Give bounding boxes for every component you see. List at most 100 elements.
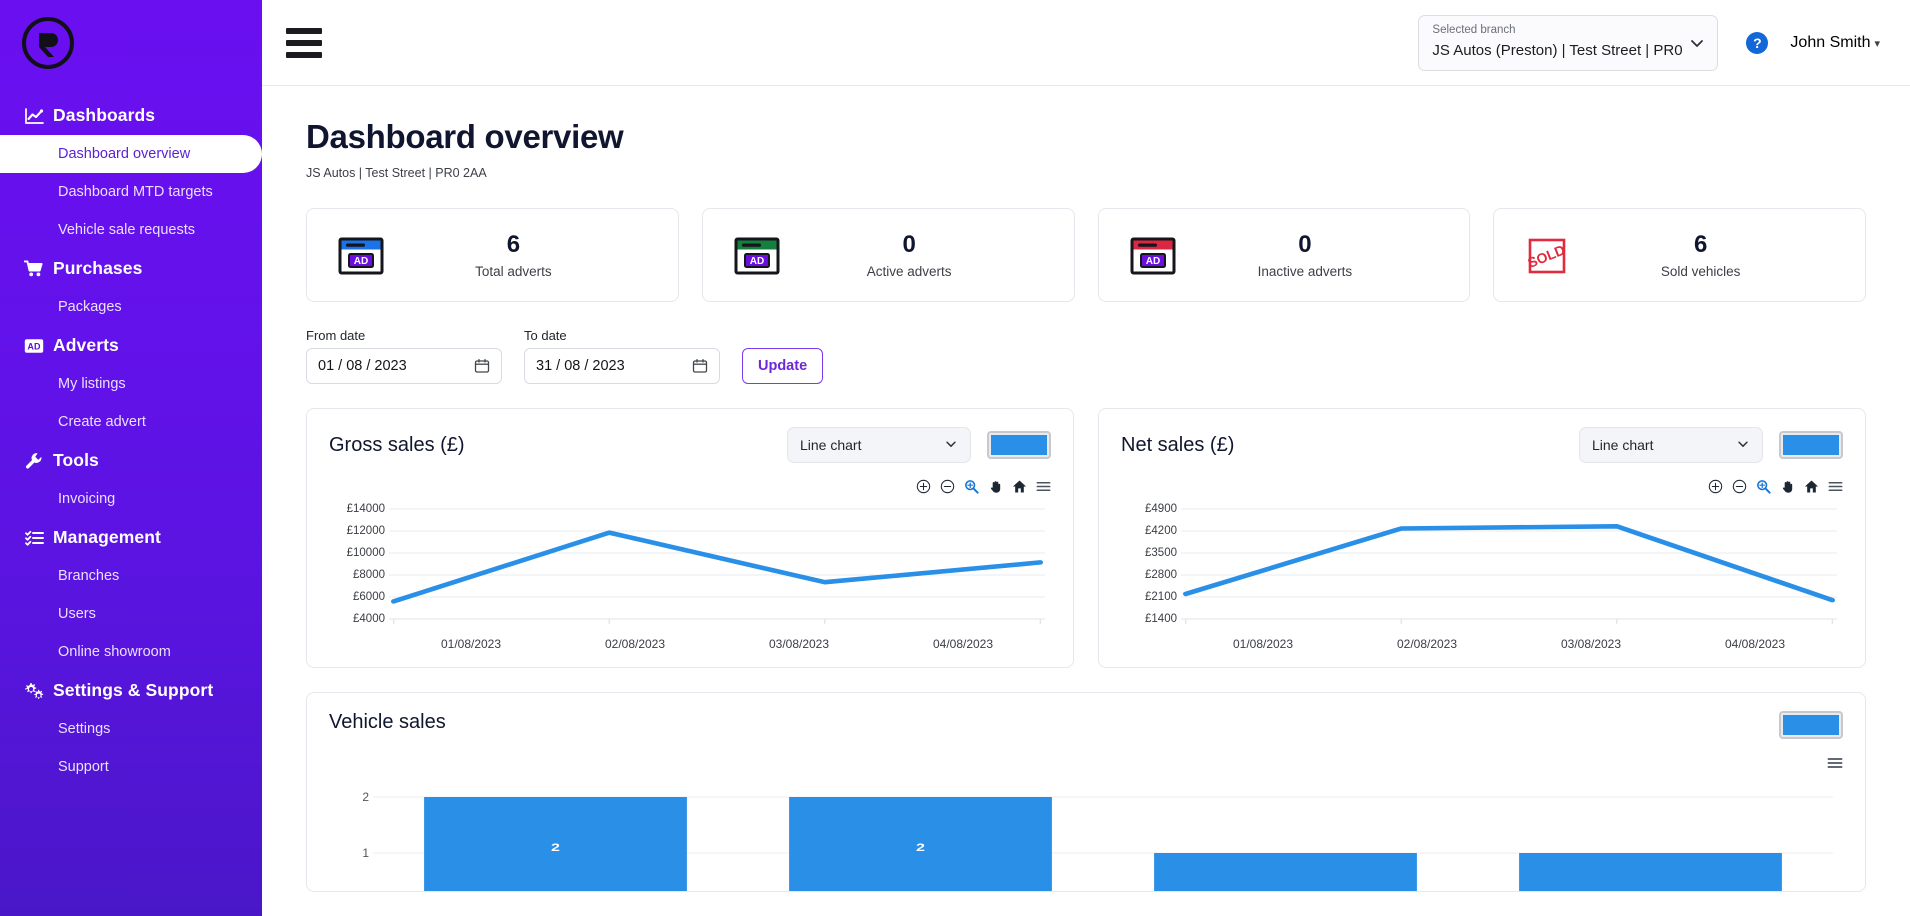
chevron-down-icon — [1689, 35, 1705, 51]
y-axis-tick: 1 — [362, 846, 369, 860]
sidebar-item-label: Invoicing — [58, 491, 115, 507]
user-menu[interactable]: John Smith▾ — [1790, 34, 1880, 52]
zoom-out-icon[interactable] — [940, 479, 955, 494]
stat-card-label: Active adverts — [793, 264, 1026, 279]
svg-text:2: 2 — [551, 841, 560, 853]
sidebar-item-dashboard-overview[interactable]: Dashboard overview — [0, 135, 262, 173]
from-date-label: From date — [306, 328, 502, 343]
sidebar-item-my-listings[interactable]: My listings — [0, 365, 262, 403]
y-axis-tick: £3500 — [1145, 547, 1177, 559]
menu-icon[interactable] — [1827, 755, 1843, 771]
stat-card-value: 0 — [793, 231, 1026, 259]
sidebar-item-create-advert[interactable]: Create advert — [0, 403, 262, 441]
stat-card-texts: 0 Active adverts — [793, 231, 1048, 279]
chart-canvas — [1181, 501, 1837, 629]
sidebar-item-online-showroom[interactable]: Online showroom — [0, 633, 262, 671]
sidebar-group-dashboards[interactable]: Dashboards — [0, 96, 262, 135]
selection-zoom-icon[interactable] — [1756, 479, 1771, 494]
selection-zoom-icon[interactable] — [964, 479, 979, 494]
chart-type-select[interactable]: Line chart — [1579, 427, 1763, 463]
stat-card-texts: 0Inactive adverts — [1189, 231, 1444, 279]
chart-type-value: Line chart — [800, 437, 861, 453]
hamburger-icon[interactable] — [286, 26, 326, 60]
gears-icon — [24, 682, 44, 700]
update-button[interactable]: Update — [742, 348, 823, 384]
sidebar-group-adverts[interactable]: ADAdverts — [0, 326, 262, 365]
calendar-icon[interactable] — [692, 358, 708, 374]
shopping-cart-icon — [24, 260, 44, 278]
chart-header: Gross sales (£)Line chart — [329, 427, 1051, 463]
sidebar-group-purchases[interactable]: Purchases — [0, 249, 262, 288]
x-axis-tick: 02/08/2023 — [1345, 637, 1509, 651]
chart-plot-area[interactable]: 212211 — [329, 779, 1843, 892]
chart-type-select[interactable]: Line chart — [787, 427, 971, 463]
sidebar-group-management[interactable]: Management — [0, 518, 262, 557]
stat-card-texts: 6Sold vehicles — [1584, 231, 1839, 279]
sidebar-item-label: Dashboard overview — [58, 146, 190, 162]
sidebar-group-tools[interactable]: Tools — [0, 441, 262, 480]
menu-icon[interactable] — [1828, 479, 1843, 494]
y-axis: 21 — [329, 779, 369, 892]
series-color-picker[interactable] — [1779, 431, 1843, 459]
sidebar-item-users[interactable]: Users — [0, 595, 262, 633]
x-axis-tick: 04/08/2023 — [1673, 637, 1837, 651]
zoom-in-icon[interactable] — [1708, 479, 1723, 494]
sidebar-group-label: Settings & Support — [53, 680, 213, 701]
pan-icon[interactable] — [1780, 479, 1795, 494]
sidebar-item-settings[interactable]: Settings — [0, 710, 262, 748]
series-color-picker[interactable] — [1779, 711, 1843, 739]
sidebar-group-settings-support[interactable]: Settings & Support — [0, 671, 262, 710]
page-subtitle: JS Autos | Test Street | PR0 2AA — [306, 166, 1866, 180]
zoom-in-icon[interactable] — [916, 479, 931, 494]
stat-cards: AD6Total advertsAD0Active advertsAD0Inac… — [306, 208, 1866, 302]
x-axis: 01/08/202302/08/202303/08/202304/08/2023 — [389, 637, 1045, 651]
calendar-icon[interactable] — [474, 358, 490, 374]
chart-toolbar — [1121, 477, 1843, 495]
stat-card-texts: 6Total adverts — [397, 231, 652, 279]
x-axis-tick: 01/08/2023 — [1181, 637, 1345, 651]
topbar: Selected branch JS Autos (Preston) | Tes… — [262, 0, 1910, 86]
zoom-out-icon[interactable] — [1732, 479, 1747, 494]
series-color-picker[interactable] — [987, 431, 1051, 459]
home-reset-icon[interactable] — [1012, 479, 1027, 494]
sidebar: Dashboards Dashboard overview Dashboard MT… — [0, 0, 262, 916]
menu-icon[interactable] — [1036, 479, 1051, 494]
svg-text:2: 2 — [916, 841, 925, 853]
to-date-input[interactable]: 31 / 08 / 2023 — [524, 348, 720, 384]
sidebar-item-support[interactable]: Support — [0, 748, 262, 786]
page-content: Dashboard overview JS Autos | Test Stree… — [262, 86, 1910, 892]
x-axis-tick: 01/08/2023 — [389, 637, 553, 651]
question-mark-icon[interactable]: ? — [1746, 32, 1768, 54]
sidebar-item-label: Dashboard MTD targets — [58, 184, 213, 200]
x-axis: 01/08/202302/08/202303/08/202304/08/2023 — [1181, 637, 1837, 651]
y-axis-tick: £10000 — [347, 547, 385, 559]
y-axis-tick: £8000 — [353, 569, 385, 581]
chart-canvas — [389, 501, 1045, 629]
app-logo[interactable] — [0, 0, 262, 86]
y-axis-tick: 2 — [362, 790, 369, 804]
branch-selector-label: Selected branch — [1432, 23, 1683, 37]
wrench-icon — [24, 452, 44, 470]
svg-text:SOLD: SOLD — [1525, 241, 1567, 270]
pan-icon[interactable] — [988, 479, 1003, 494]
sidebar-group-label: Purchases — [53, 258, 142, 279]
sidebar-item-branches[interactable]: Branches — [0, 557, 262, 595]
sidebar-item-vehicle-sale-requests[interactable]: Vehicle sale requests — [0, 211, 262, 249]
svg-text:AD: AD — [354, 256, 368, 267]
branch-selector[interactable]: Selected branch JS Autos (Preston) | Tes… — [1418, 15, 1718, 71]
from-date-input[interactable]: 01 / 08 / 2023 — [306, 348, 502, 384]
chart-plot-area[interactable]: £4900£4200£3500£2800£2100£140001/08/2023… — [1121, 501, 1843, 651]
stat-card-active-adverts: AD0Active adverts — [702, 208, 1075, 302]
sidebar-item-dashboard-mtd-targets[interactable]: Dashboard MTD targets — [0, 173, 262, 211]
sidebar-item-label: Vehicle sale requests — [58, 222, 195, 238]
y-axis-tick: £1400 — [1145, 613, 1177, 625]
chart-plot-area[interactable]: £14000£12000£10000£8000£6000£400001/08/2… — [329, 501, 1051, 651]
logo-r-icon — [22, 17, 74, 69]
sidebar-item-invoicing[interactable]: Invoicing — [0, 480, 262, 518]
sidebar-item-packages[interactable]: Packages — [0, 288, 262, 326]
x-axis-tick: 04/08/2023 — [881, 637, 1045, 651]
sidebar-group-label: Adverts — [53, 335, 119, 356]
home-reset-icon[interactable] — [1804, 479, 1819, 494]
chevron-down-icon — [944, 437, 958, 454]
stat-card-sold-vehicles: SOLD 6Sold vehicles — [1493, 208, 1866, 302]
